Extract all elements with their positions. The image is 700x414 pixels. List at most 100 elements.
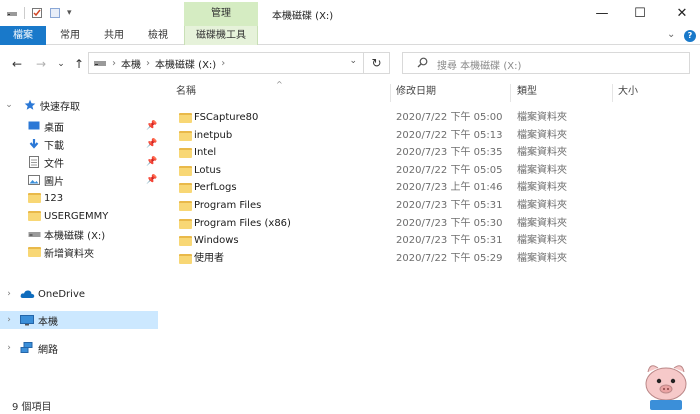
file-name: Lotus <box>194 164 221 176</box>
nav-label: 圖片 <box>44 176 64 188</box>
status-item-count: 9 個項目 <box>12 402 52 413</box>
search-box[interactable]: 搜尋 本機磁碟 (X:) <box>402 52 690 74</box>
file-row[interactable]: Program Files 2020/7/23 下午 05:31 檔案資料夾 <box>174 197 574 214</box>
nav-label: 123 <box>44 192 64 204</box>
pin-icon[interactable]: 📌 <box>146 157 157 167</box>
column-header-date[interactable]: 修改日期 <box>396 83 436 101</box>
nav-label: 本機 <box>38 316 58 328</box>
search-icon <box>417 57 428 68</box>
breadcrumb-separator: › <box>221 57 226 69</box>
ribbon-tab-bar: 檔案 常用 共用 檢視 磁碟機工具 <box>0 26 700 45</box>
chevron-right-icon[interactable]: › <box>4 289 14 299</box>
file-type: 檔案資料夾 <box>517 164 567 176</box>
file-date: 2020/7/23 下午 05:35 <box>396 147 503 159</box>
chevron-right-icon[interactable]: › <box>4 343 14 353</box>
column-divider[interactable] <box>612 84 613 102</box>
file-row[interactable]: Lotus 2020/7/22 下午 05:05 檔案資料夾 <box>174 162 574 179</box>
tab-drive-tools[interactable]: 磁碟機工具 <box>184 26 258 45</box>
desktop-icon <box>28 121 40 130</box>
file-type: 檔案資料夾 <box>517 182 567 194</box>
file-row[interactable]: PerfLogs 2020/7/23 上午 01:46 檔案資料夾 <box>174 179 574 196</box>
nav-network[interactable]: › 網路 <box>0 339 158 357</box>
back-button[interactable]: ← <box>10 56 24 72</box>
file-name: Windows <box>194 235 239 247</box>
folder-icon <box>179 113 192 123</box>
tab-share[interactable]: 共用 <box>98 26 130 45</box>
file-row[interactable]: Intel 2020/7/23 下午 05:35 檔案資料夾 <box>174 144 574 161</box>
network-icon <box>20 342 33 353</box>
column-header-name[interactable]: 名稱 <box>176 83 196 101</box>
breadcrumb-drive[interactable]: 本機磁碟 (X:) <box>155 56 216 71</box>
folder-icon <box>179 165 192 176</box>
nav-quick-access[interactable]: ⌄ 快速存取 <box>0 96 158 114</box>
file-row[interactable]: Windows 2020/7/23 下午 05:31 檔案資料夾 <box>174 232 574 249</box>
tab-home[interactable]: 常用 <box>54 26 86 45</box>
drive-icon <box>28 232 41 237</box>
nav-label: 下載 <box>44 140 64 152</box>
refresh-button[interactable]: ↻ <box>364 52 390 74</box>
close-button[interactable]: ✕ <box>672 4 692 22</box>
nav-label: 本機磁碟 (X:) <box>44 230 106 242</box>
folder-icon <box>179 148 192 159</box>
nav-item-new-folder[interactable]: 新增資料夾 <box>0 243 158 261</box>
address-dropdown-icon[interactable]: ⌄ <box>349 56 357 66</box>
chevron-down-icon[interactable]: ⌄ <box>4 100 14 110</box>
documents-icon <box>29 156 39 168</box>
folder-icon <box>28 193 41 203</box>
nav-item-123[interactable]: 123 <box>0 189 158 207</box>
drive-icon[interactable] <box>6 7 18 19</box>
nav-onedrive[interactable]: › OneDrive <box>0 285 158 303</box>
window-title: 本機磁碟 (X:) <box>272 11 334 22</box>
folder-icon <box>28 247 41 257</box>
star-icon <box>24 99 36 110</box>
maximize-button[interactable]: ☐ <box>630 4 650 22</box>
column-divider[interactable] <box>510 84 511 102</box>
cloud-icon <box>20 290 35 298</box>
chevron-right-icon[interactable]: › <box>4 315 14 325</box>
up-button[interactable]: ↑ <box>72 56 86 72</box>
nav-item-documents[interactable]: 文件 📌 <box>0 153 158 171</box>
file-row[interactable]: inetpub 2020/7/22 下午 05:13 檔案資料夾 <box>174 127 574 144</box>
properties-icon[interactable] <box>31 7 43 19</box>
tab-file[interactable]: 檔案 <box>0 26 46 45</box>
context-tab-manage[interactable]: 管理 <box>184 2 258 26</box>
new-folder-icon[interactable] <box>49 7 61 19</box>
file-type: 檔案資料夾 <box>517 217 567 229</box>
nav-label: OneDrive <box>38 288 86 300</box>
breadcrumb-separator: › <box>146 57 150 69</box>
file-date: 2020/7/23 下午 05:31 <box>396 235 503 247</box>
customize-qat-icon[interactable]: ▾ <box>67 8 72 18</box>
nav-item-pictures[interactable]: 圖片 📌 <box>0 171 158 189</box>
nav-item-usergemmy[interactable]: USERGEMMY <box>0 207 158 225</box>
file-row[interactable]: Program Files (x86) 2020/7/23 下午 05:30 檔案資… <box>174 215 574 232</box>
folder-icon <box>179 201 192 211</box>
help-icon[interactable]: ? <box>684 30 696 42</box>
nav-label: 網路 <box>38 344 58 356</box>
column-divider[interactable] <box>390 84 391 102</box>
breadcrumb-this-pc[interactable]: 本機 <box>121 56 141 71</box>
folder-icon <box>179 236 192 247</box>
nav-item-local-disk[interactable]: 本機磁碟 (X:) <box>0 225 158 243</box>
address-bar[interactable]: › 本機 › 本機磁碟 (X:) › ⌄ <box>88 52 364 74</box>
minimize-button[interactable]: — <box>592 4 612 22</box>
file-row[interactable]: 使用者 2020/7/22 下午 05:29 檔案資料夾 <box>174 250 574 267</box>
pin-icon[interactable]: 📌 <box>146 139 157 149</box>
file-type: 檔案資料夾 <box>517 112 567 123</box>
column-header-size[interactable]: 大小 <box>618 83 638 101</box>
file-name: Intel <box>194 147 217 159</box>
file-name: Program Files (x86) <box>194 217 291 229</box>
file-row[interactable]: FSCapture80 2020/7/22 下午 05:00 檔案資料夾 <box>174 109 574 126</box>
ribbon-expand-icon[interactable]: ⌄ <box>667 29 675 40</box>
column-header-type[interactable]: 類型 <box>517 83 537 101</box>
recent-locations-icon[interactable]: ⌄ <box>54 56 68 72</box>
pin-icon[interactable]: 📌 <box>146 121 157 131</box>
pin-icon[interactable]: 📌 <box>146 175 157 185</box>
navigation-pane: ⌄ 快速存取 桌面 📌 下載 📌 文件 📌 圖片 📌 123 USERGEMMY… <box>0 90 158 390</box>
nav-item-desktop[interactable]: 桌面 📌 <box>0 117 158 135</box>
folder-icon <box>179 130 192 141</box>
tab-view[interactable]: 檢視 <box>142 26 174 45</box>
file-name: 使用者 <box>194 252 224 264</box>
nav-item-downloads[interactable]: 下載 📌 <box>0 135 158 153</box>
forward-button[interactable]: → <box>34 56 48 72</box>
nav-this-pc[interactable]: › 本機 <box>0 311 158 329</box>
